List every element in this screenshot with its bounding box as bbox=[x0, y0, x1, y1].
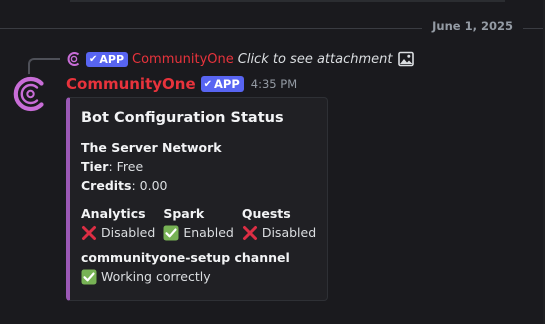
channel-value: Working correctly bbox=[81, 267, 327, 286]
embed-fields: Analytics Disabled Spark Enabled Quests … bbox=[81, 205, 327, 242]
date-divider: June 1, 2025 bbox=[0, 19, 545, 33]
date-label: June 1, 2025 bbox=[422, 19, 523, 33]
previous-message-edge bbox=[70, 0, 505, 2]
image-icon bbox=[398, 51, 415, 67]
field-name: Quests bbox=[241, 206, 291, 221]
field-quests: Quests Disabled bbox=[242, 205, 316, 242]
credits-value: : 0.00 bbox=[131, 178, 168, 193]
field-value: Disabled bbox=[81, 223, 155, 242]
field-analytics: Analytics Disabled bbox=[81, 205, 155, 242]
verified-check-icon: ✔ bbox=[89, 53, 98, 65]
author-name[interactable]: CommunityOne bbox=[66, 75, 196, 93]
tier-value: : Free bbox=[108, 159, 144, 174]
cross-mark-icon bbox=[81, 225, 97, 241]
timestamp[interactable]: 4:35 PM bbox=[251, 77, 297, 91]
field-value: Disabled bbox=[242, 223, 316, 242]
check-mark-icon bbox=[81, 269, 97, 285]
credits-label: Credits bbox=[81, 178, 132, 193]
field-status: Enabled bbox=[183, 225, 234, 240]
tier-line: Tier: Free bbox=[81, 157, 327, 176]
embed-card: Bot Configuration Status The Server Netw… bbox=[66, 97, 328, 301]
channel-field: communityone-setup channel Working corre… bbox=[81, 249, 327, 286]
check-mark-icon bbox=[163, 225, 179, 241]
cross-mark-icon bbox=[242, 225, 258, 241]
reply-app-badge: ✔ APP bbox=[86, 51, 129, 67]
field-name: Analytics bbox=[81, 206, 146, 221]
channel-name: communityone-setup channel bbox=[81, 250, 290, 265]
message-header: CommunityOne ✔ APP 4:35 PM bbox=[66, 74, 297, 94]
avatar[interactable] bbox=[10, 74, 50, 114]
verified-check-icon: ✔ bbox=[203, 78, 213, 90]
reply-author[interactable]: CommunityOne bbox=[132, 52, 234, 67]
field-status: Disabled bbox=[261, 225, 317, 240]
field-value: Enabled bbox=[163, 223, 234, 242]
reply-avatar[interactable] bbox=[66, 51, 82, 67]
field-name: Spark bbox=[163, 206, 205, 221]
channel-status: Working correctly bbox=[101, 269, 211, 284]
embed-title: Bot Configuration Status bbox=[81, 110, 284, 126]
app-badge: ✔ APP bbox=[200, 76, 244, 92]
field-spark: Spark Enabled bbox=[163, 205, 234, 242]
credits-line: Credits: 0.00 bbox=[81, 176, 327, 195]
field-status: Disabled bbox=[101, 225, 156, 240]
server-name: The Server Network bbox=[81, 140, 222, 155]
reply-text[interactable]: Click to see attachment bbox=[238, 52, 393, 67]
reply-spine bbox=[28, 58, 60, 75]
tier-label: Tier bbox=[81, 159, 109, 174]
